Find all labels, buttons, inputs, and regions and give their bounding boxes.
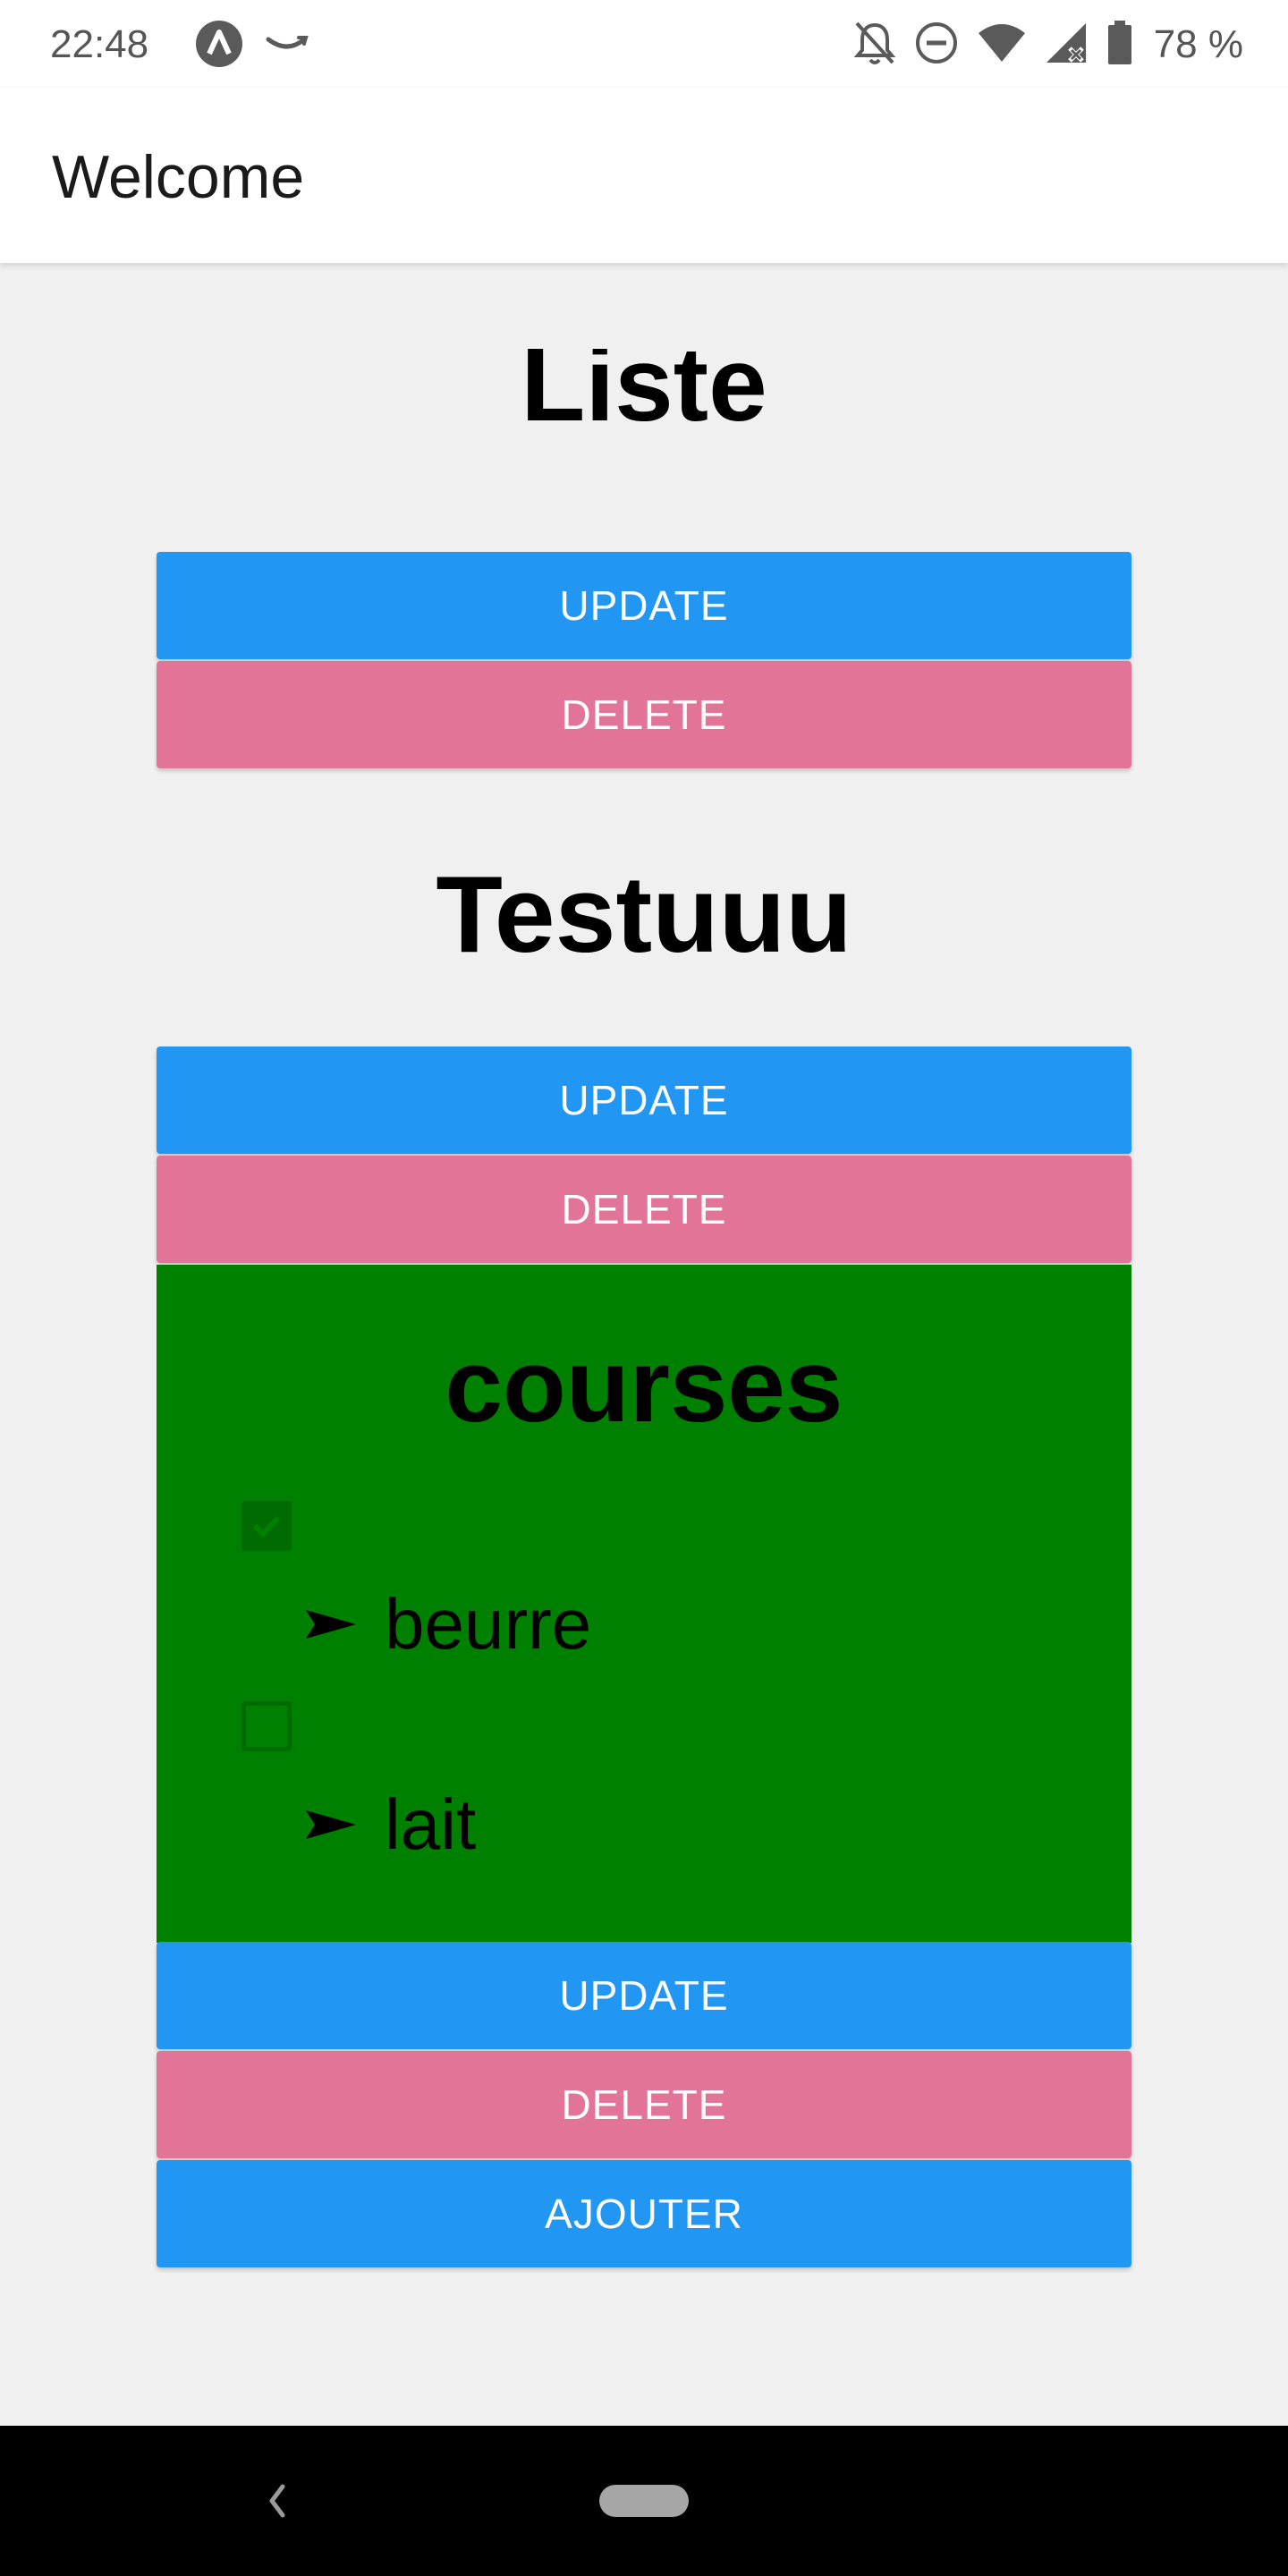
battery-percentage: 78 %	[1153, 22, 1243, 66]
checkmark-icon	[252, 1515, 281, 1538]
navigation-bar	[0, 2426, 1288, 2576]
do-not-disturb-icon	[914, 21, 959, 70]
battery-icon	[1107, 20, 1132, 70]
update-button[interactable]: UPDATE	[157, 1942, 1131, 2049]
lists-scroll-view[interactable]: Liste UPDATE DELETE Testuuu UPDATE DELET…	[0, 263, 1288, 2426]
list-title: Liste	[521, 349, 767, 426]
item-checkbox[interactable]	[242, 1701, 292, 1751]
list-item: beurre	[304, 1580, 591, 1669]
signal-no-data-icon	[1045, 21, 1089, 69]
item-label: lait	[385, 1784, 477, 1864]
update-button[interactable]: UPDATE	[157, 552, 1131, 659]
amazon-smile-icon	[265, 32, 309, 60]
back-icon[interactable]	[261, 2478, 293, 2529]
item-label: beurre	[385, 1584, 592, 1664]
status-time: 22:48	[50, 22, 149, 66]
app-a-icon	[195, 20, 243, 72]
add-button[interactable]: AJOUTER	[157, 2160, 1131, 2267]
update-button[interactable]: UPDATE	[157, 1046, 1131, 1154]
list-item: lait	[304, 1780, 476, 1869]
delete-button[interactable]: DELETE	[157, 2051, 1131, 2158]
arrow-right-icon	[306, 1810, 356, 1839]
list-title: courses	[445, 1327, 843, 1444]
delete-button[interactable]: DELETE	[157, 1156, 1131, 1263]
arrow-right-icon	[306, 1610, 356, 1639]
page-title: Welcome	[52, 143, 305, 211]
status-bar: 22:48 78 %	[0, 0, 1288, 88]
wifi-icon	[977, 22, 1027, 68]
status-icons: 78 %	[853, 18, 1243, 72]
home-pill-icon[interactable]	[599, 2485, 689, 2517]
list-card: courses beurre lait	[157, 1265, 1131, 1943]
app-bar: Welcome	[0, 88, 1288, 263]
list-title: Testuuu	[436, 853, 852, 975]
delete-button[interactable]: DELETE	[157, 661, 1131, 768]
notifications-off-icon	[853, 20, 896, 71]
item-checkbox[interactable]	[242, 1501, 292, 1551]
